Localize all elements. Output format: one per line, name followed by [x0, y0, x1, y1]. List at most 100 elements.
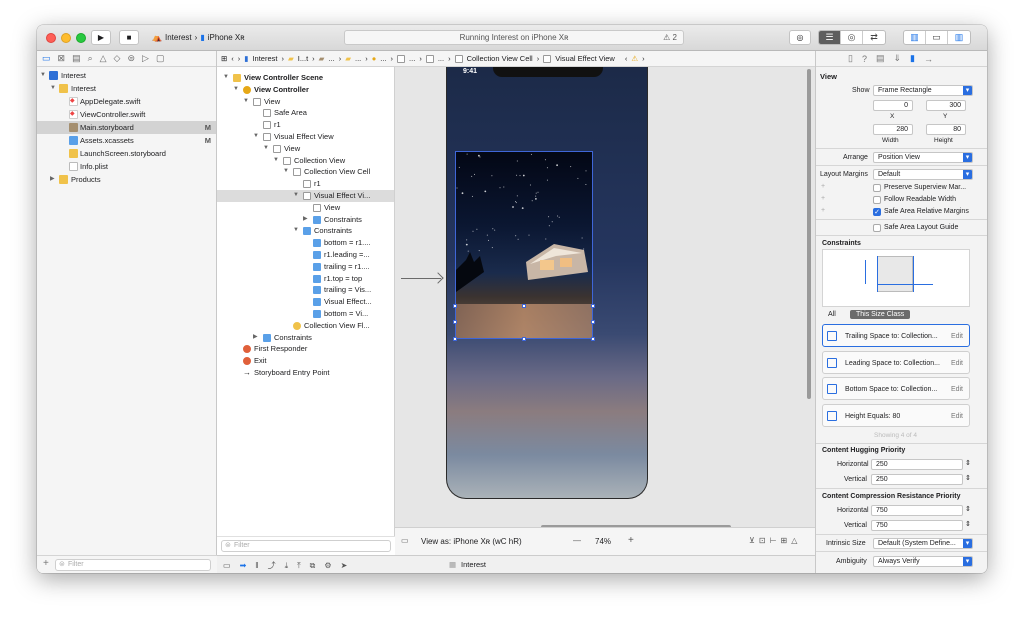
nav-item-group[interactable]: ▼ Interest [37, 82, 216, 95]
zoom-in-button[interactable]: + [628, 535, 634, 546]
constraint-card[interactable]: Trailing Space to: Collection... Edit [822, 324, 970, 347]
stop-button[interactable]: ■ [119, 30, 139, 45]
layout-margins-popup[interactable]: Default [873, 169, 973, 180]
test-icon[interactable]: ◇ [114, 53, 121, 64]
outline-row-area[interactable]: Safe Area [217, 107, 394, 119]
back-icon[interactable]: ‹ [625, 54, 628, 63]
pause-icon[interactable]: ‖ [255, 561, 267, 570]
outline-row-layout[interactable]: Collection View Fl... [217, 320, 394, 332]
warning-icon[interactable]: ⚠ [631, 54, 638, 63]
outline-row-constraint[interactable]: bottom = r1.... [217, 237, 394, 249]
resize-handle[interactable] [453, 320, 457, 324]
issue-icon[interactable]: △ [100, 53, 107, 64]
preserve-superview-checkbox[interactable] [873, 184, 881, 192]
vertical-scrollbar[interactable] [807, 69, 811, 399]
outline-row-arrow[interactable]: → Storyboard Entry Point [217, 367, 394, 379]
jump-item[interactable]: ... [380, 54, 386, 63]
nav-item-file-selected[interactable]: Main.storyboard M [37, 121, 216, 134]
outline-row-constraints[interactable]: ▼ Constraints [217, 225, 394, 237]
nav-item-file[interactable]: Info.plist [37, 160, 216, 173]
navigator-filter-input[interactable]: ⊜ Filter [55, 559, 211, 571]
outline-row-view[interactable]: ▼ Collection View [217, 155, 394, 167]
help-inspector-icon[interactable]: ? [862, 54, 867, 64]
view-as-button[interactable]: View as: iPhone Xʀ (wC hR) [421, 537, 522, 546]
outline-row-constraint[interactable]: trailing = Vis... [217, 284, 394, 296]
identity-inspector-icon[interactable]: ▤ [876, 53, 885, 64]
outline-row-cell[interactable]: ▼ Collection View Cell [217, 166, 394, 178]
constraint-card[interactable]: Bottom Space to: Collection... Edit [822, 377, 970, 400]
outline-row-constraints[interactable]: ▶ Constraints [217, 332, 394, 344]
outline-row-view[interactable]: View [217, 202, 394, 214]
nav-item-file[interactable]: Assets.xcassets M [37, 134, 216, 147]
report-icon[interactable]: ▢ [156, 53, 165, 64]
nav-item-file[interactable]: ◆ AppDelegate.swift [37, 95, 216, 108]
memory-graph-icon[interactable]: ⚙ [324, 561, 340, 570]
connections-inspector-icon[interactable]: → [924, 54, 933, 64]
disclosure-open-icon[interactable]: ▼ [40, 69, 46, 82]
breakpoint-icon[interactable]: ▷ [142, 53, 149, 64]
run-button[interactable]: ▶ [91, 30, 111, 45]
jump-item[interactable]: ... [328, 54, 334, 63]
y-field[interactable]: 300 [926, 100, 966, 111]
disclosure-open-icon[interactable]: ▼ [50, 82, 56, 95]
disclosure-closed-icon[interactable]: ▶ [253, 332, 258, 344]
safe-area-margins-checkbox[interactable]: ✓ [873, 208, 881, 216]
warnings-badge[interactable]: ⚠ 2 [663, 33, 677, 42]
outline-row-view[interactable]: ▼ View [217, 96, 394, 108]
collection-view-cell[interactable] [453, 151, 595, 341]
related-items-icon[interactable]: ⊞ [221, 54, 227, 63]
back-icon[interactable]: ‹ [231, 54, 234, 63]
inspector-toggle-icon[interactable]: ▥ [948, 31, 970, 44]
storyboard-canvas[interactable]: 9:41 [395, 67, 815, 529]
outline-row-effect[interactable]: ▼ Visual Effect View [217, 131, 394, 143]
entry-point-arrow[interactable] [401, 278, 441, 279]
hug-horizontal-field[interactable]: 250 [871, 459, 963, 470]
assistant-editor-icon[interactable]: ◎ [841, 31, 863, 44]
add-icon[interactable]: + [43, 558, 49, 569]
view-debugger-icon[interactable]: ⧉ [310, 561, 325, 570]
iphone-scene[interactable]: 9:41 [446, 67, 648, 499]
resize-handle[interactable] [591, 304, 595, 308]
debug-toggle-icon[interactable]: ▭ [926, 31, 948, 44]
disclosure-open-icon[interactable]: ▼ [293, 190, 299, 202]
outline-row-constraints[interactable]: ▶ Constraints [217, 214, 394, 226]
hide-debug-icon[interactable]: ▭ [223, 561, 240, 570]
scope-all[interactable]: All [828, 311, 836, 318]
disclosure-open-icon[interactable]: ▼ [243, 96, 249, 108]
stepper-icon[interactable]: ⇕ [965, 520, 971, 528]
align-icon[interactable]: ⊢ [770, 536, 781, 545]
show-popup[interactable]: Frame Rectangle [873, 85, 973, 96]
resize-handle[interactable] [453, 337, 457, 341]
source-control-icon[interactable]: ⊠ [58, 53, 66, 64]
disclosure-closed-icon[interactable]: ▶ [50, 173, 55, 186]
file-inspector-icon[interactable]: ▯ [848, 53, 853, 64]
resize-handle[interactable] [453, 304, 457, 308]
outline-toggle-icon[interactable]: ▭ [401, 536, 409, 545]
folder-icon[interactable]: ▭ [42, 53, 51, 64]
resize-handle[interactable] [522, 304, 526, 308]
step-over-icon[interactable]: ⤴ [268, 561, 285, 570]
resize-handle[interactable] [522, 337, 526, 341]
zoom-window-button[interactable] [76, 33, 86, 43]
navigator-toggle-icon[interactable]: ▥ [904, 31, 926, 44]
stepper-icon[interactable]: ⇕ [965, 474, 971, 482]
nav-item-group[interactable]: ▶ Products [37, 173, 216, 186]
outline-row-responder[interactable]: First Responder [217, 343, 394, 355]
attributes-inspector-icon[interactable]: ⇓ [893, 53, 901, 64]
version-editor-icon[interactable]: ⇄ [863, 31, 885, 44]
add-variation-icon[interactable]: + [821, 195, 825, 202]
visual-effect-view[interactable] [456, 304, 592, 338]
jump-item[interactable]: I...t [298, 54, 308, 63]
minimize-window-button[interactable] [61, 33, 71, 43]
update-frames-icon[interactable]: ⊻ [749, 536, 759, 545]
nav-item-project[interactable]: ▼ Interest [37, 69, 216, 82]
step-into-icon[interactable]: ⤓ [285, 561, 298, 570]
hug-vertical-field[interactable]: 250 [871, 474, 963, 485]
outline-row-constraint[interactable]: bottom = Vi... [217, 308, 394, 320]
add-constraints-icon[interactable]: ⊞ [781, 536, 792, 545]
embed-icon[interactable]: ⊡ [759, 536, 770, 545]
scheme-selector[interactable]: ⛺ Interest › ▮ iPhone Xʀ [147, 30, 250, 45]
disclosure-open-icon[interactable]: ▼ [263, 143, 269, 155]
resolve-issues-icon[interactable]: △ [791, 536, 801, 545]
edit-button[interactable]: Edit [951, 360, 963, 367]
